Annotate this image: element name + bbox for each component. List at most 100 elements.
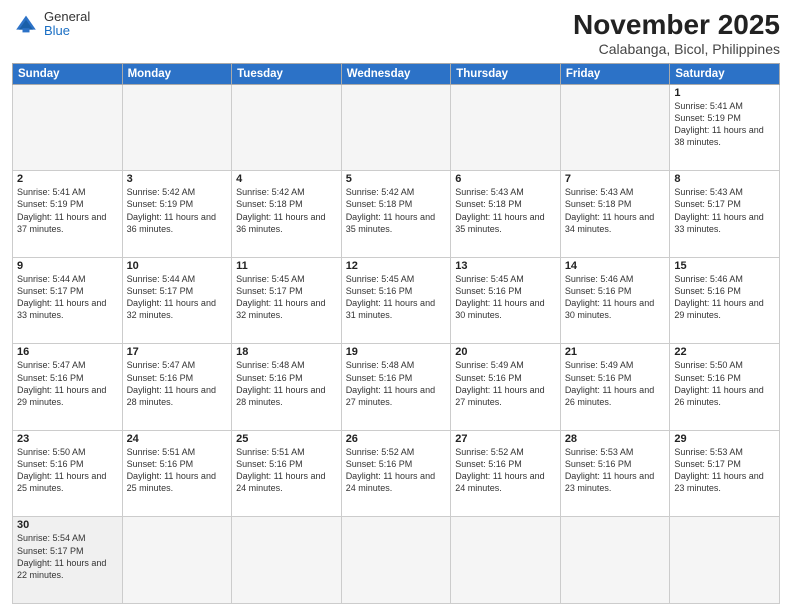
logo-blue: Blue [44, 24, 90, 38]
day-number: 24 [127, 433, 228, 445]
day-info: Sunrise: 5:45 AMSunset: 5:16 PMDaylight:… [455, 273, 556, 322]
calendar-cell: 9Sunrise: 5:44 AMSunset: 5:17 PMDaylight… [13, 257, 123, 344]
day-info: Sunrise: 5:47 AMSunset: 5:16 PMDaylight:… [17, 359, 118, 408]
day-info: Sunrise: 5:49 AMSunset: 5:16 PMDaylight:… [565, 359, 666, 408]
calendar-cell: 23Sunrise: 5:50 AMSunset: 5:16 PMDayligh… [13, 430, 123, 517]
calendar-cell [670, 517, 780, 604]
calendar-cell: 12Sunrise: 5:45 AMSunset: 5:16 PMDayligh… [341, 257, 451, 344]
title-section: November 2025 Calabanga, Bicol, Philippi… [573, 10, 780, 57]
calendar-cell: 30Sunrise: 5:54 AMSunset: 5:17 PMDayligh… [13, 517, 123, 604]
day-info: Sunrise: 5:45 AMSunset: 5:16 PMDaylight:… [346, 273, 447, 322]
day-number: 10 [127, 260, 228, 272]
calendar-cell: 24Sunrise: 5:51 AMSunset: 5:16 PMDayligh… [122, 430, 232, 517]
day-info: Sunrise: 5:48 AMSunset: 5:16 PMDaylight:… [346, 359, 447, 408]
day-info: Sunrise: 5:52 AMSunset: 5:16 PMDaylight:… [346, 446, 447, 495]
calendar-header-monday: Monday [122, 63, 232, 84]
calendar-cell: 14Sunrise: 5:46 AMSunset: 5:16 PMDayligh… [560, 257, 670, 344]
calendar-header-sunday: Sunday [13, 63, 123, 84]
day-number: 13 [455, 260, 556, 272]
day-number: 22 [674, 346, 775, 358]
day-number: 20 [455, 346, 556, 358]
calendar-cell [232, 84, 342, 171]
calendar-cell: 17Sunrise: 5:47 AMSunset: 5:16 PMDayligh… [122, 344, 232, 431]
calendar-cell: 26Sunrise: 5:52 AMSunset: 5:16 PMDayligh… [341, 430, 451, 517]
calendar-cell: 15Sunrise: 5:46 AMSunset: 5:16 PMDayligh… [670, 257, 780, 344]
logo-general: General [44, 10, 90, 24]
day-info: Sunrise: 5:45 AMSunset: 5:17 PMDaylight:… [236, 273, 337, 322]
calendar-header-row: SundayMondayTuesdayWednesdayThursdayFrid… [13, 63, 780, 84]
calendar-cell: 28Sunrise: 5:53 AMSunset: 5:16 PMDayligh… [560, 430, 670, 517]
day-number: 27 [455, 433, 556, 445]
calendar-cell: 25Sunrise: 5:51 AMSunset: 5:16 PMDayligh… [232, 430, 342, 517]
day-info: Sunrise: 5:53 AMSunset: 5:16 PMDaylight:… [565, 446, 666, 495]
day-info: Sunrise: 5:43 AMSunset: 5:18 PMDaylight:… [455, 186, 556, 235]
calendar-cell [122, 84, 232, 171]
day-info: Sunrise: 5:48 AMSunset: 5:16 PMDaylight:… [236, 359, 337, 408]
day-info: Sunrise: 5:42 AMSunset: 5:18 PMDaylight:… [346, 186, 447, 235]
day-number: 21 [565, 346, 666, 358]
calendar-cell: 4Sunrise: 5:42 AMSunset: 5:18 PMDaylight… [232, 171, 342, 258]
calendar-header-thursday: Thursday [451, 63, 561, 84]
calendar-cell [560, 84, 670, 171]
calendar-header-tuesday: Tuesday [232, 63, 342, 84]
calendar-cell: 22Sunrise: 5:50 AMSunset: 5:16 PMDayligh… [670, 344, 780, 431]
calendar-cell [13, 84, 123, 171]
day-info: Sunrise: 5:42 AMSunset: 5:18 PMDaylight:… [236, 186, 337, 235]
day-number: 6 [455, 173, 556, 185]
calendar-cell: 13Sunrise: 5:45 AMSunset: 5:16 PMDayligh… [451, 257, 561, 344]
day-info: Sunrise: 5:50 AMSunset: 5:16 PMDaylight:… [17, 446, 118, 495]
calendar-cell: 16Sunrise: 5:47 AMSunset: 5:16 PMDayligh… [13, 344, 123, 431]
calendar-table: SundayMondayTuesdayWednesdayThursdayFrid… [12, 63, 780, 604]
calendar-header-friday: Friday [560, 63, 670, 84]
day-number: 17 [127, 346, 228, 358]
day-number: 28 [565, 433, 666, 445]
header: General Blue November 2025 Calabanga, Bi… [12, 10, 780, 57]
day-info: Sunrise: 5:44 AMSunset: 5:17 PMDaylight:… [127, 273, 228, 322]
calendar-cell: 1Sunrise: 5:41 AMSunset: 5:19 PMDaylight… [670, 84, 780, 171]
calendar-header-saturday: Saturday [670, 63, 780, 84]
logo: General Blue [12, 10, 90, 39]
day-number: 30 [17, 519, 118, 531]
day-number: 14 [565, 260, 666, 272]
day-info: Sunrise: 5:51 AMSunset: 5:16 PMDaylight:… [236, 446, 337, 495]
day-number: 4 [236, 173, 337, 185]
logo-icon [12, 10, 40, 38]
calendar-cell [451, 84, 561, 171]
calendar-cell: 29Sunrise: 5:53 AMSunset: 5:17 PMDayligh… [670, 430, 780, 517]
calendar-cell: 19Sunrise: 5:48 AMSunset: 5:16 PMDayligh… [341, 344, 451, 431]
day-info: Sunrise: 5:47 AMSunset: 5:16 PMDaylight:… [127, 359, 228, 408]
day-number: 19 [346, 346, 447, 358]
calendar-week-row: 16Sunrise: 5:47 AMSunset: 5:16 PMDayligh… [13, 344, 780, 431]
calendar-cell: 2Sunrise: 5:41 AMSunset: 5:19 PMDaylight… [13, 171, 123, 258]
calendar-cell: 7Sunrise: 5:43 AMSunset: 5:18 PMDaylight… [560, 171, 670, 258]
day-info: Sunrise: 5:41 AMSunset: 5:19 PMDaylight:… [17, 186, 118, 235]
calendar-week-row: 30Sunrise: 5:54 AMSunset: 5:17 PMDayligh… [13, 517, 780, 604]
day-info: Sunrise: 5:46 AMSunset: 5:16 PMDaylight:… [674, 273, 775, 322]
calendar-cell: 6Sunrise: 5:43 AMSunset: 5:18 PMDaylight… [451, 171, 561, 258]
location: Calabanga, Bicol, Philippines [573, 41, 780, 57]
calendar-cell [560, 517, 670, 604]
day-info: Sunrise: 5:51 AMSunset: 5:16 PMDaylight:… [127, 446, 228, 495]
calendar-cell: 5Sunrise: 5:42 AMSunset: 5:18 PMDaylight… [341, 171, 451, 258]
day-number: 9 [17, 260, 118, 272]
day-number: 7 [565, 173, 666, 185]
calendar-cell: 18Sunrise: 5:48 AMSunset: 5:16 PMDayligh… [232, 344, 342, 431]
day-number: 29 [674, 433, 775, 445]
calendar-cell: 11Sunrise: 5:45 AMSunset: 5:17 PMDayligh… [232, 257, 342, 344]
day-info: Sunrise: 5:53 AMSunset: 5:17 PMDaylight:… [674, 446, 775, 495]
day-info: Sunrise: 5:46 AMSunset: 5:16 PMDaylight:… [565, 273, 666, 322]
day-number: 15 [674, 260, 775, 272]
day-info: Sunrise: 5:43 AMSunset: 5:17 PMDaylight:… [674, 186, 775, 235]
day-info: Sunrise: 5:54 AMSunset: 5:17 PMDaylight:… [17, 532, 118, 581]
day-info: Sunrise: 5:44 AMSunset: 5:17 PMDaylight:… [17, 273, 118, 322]
day-number: 2 [17, 173, 118, 185]
calendar-cell [341, 84, 451, 171]
calendar-cell: 8Sunrise: 5:43 AMSunset: 5:17 PMDaylight… [670, 171, 780, 258]
calendar-week-row: 9Sunrise: 5:44 AMSunset: 5:17 PMDaylight… [13, 257, 780, 344]
calendar-week-row: 23Sunrise: 5:50 AMSunset: 5:16 PMDayligh… [13, 430, 780, 517]
day-number: 26 [346, 433, 447, 445]
day-info: Sunrise: 5:49 AMSunset: 5:16 PMDaylight:… [455, 359, 556, 408]
calendar-cell: 10Sunrise: 5:44 AMSunset: 5:17 PMDayligh… [122, 257, 232, 344]
day-number: 23 [17, 433, 118, 445]
day-number: 8 [674, 173, 775, 185]
